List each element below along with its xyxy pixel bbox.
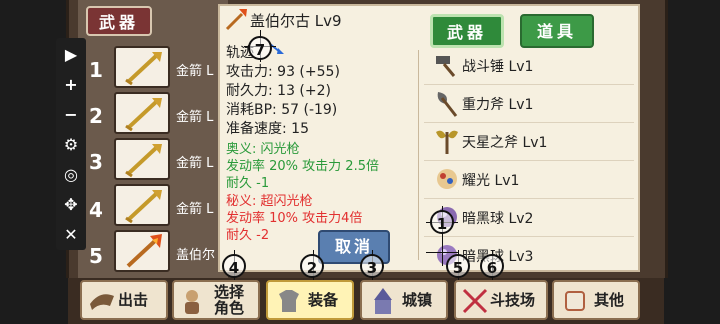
golden-arrow-icon xyxy=(125,144,162,178)
scroll-icon xyxy=(565,291,585,311)
gear-icon[interactable]: ⚙ xyxy=(56,134,86,156)
nav-equipment-button[interactable]: 装备 xyxy=(266,280,354,320)
marker-guide xyxy=(426,252,458,253)
weapon-name: 暗黑球 Lv2 xyxy=(462,211,534,227)
character-icon xyxy=(185,290,199,314)
touch-marker: 3 xyxy=(360,254,384,278)
tab-weapons[interactable]: 武器 xyxy=(430,14,504,48)
close-icon[interactable]: ✕ xyxy=(56,224,86,246)
touch-marker: 1 xyxy=(430,210,454,234)
divider xyxy=(418,50,419,260)
divider xyxy=(424,160,634,161)
nav-label: 装备 xyxy=(308,291,339,309)
castle-icon xyxy=(374,288,392,314)
nav-label: 其他 xyxy=(594,291,625,309)
divider xyxy=(424,236,634,237)
slot-number: 3 xyxy=(89,150,103,174)
crossed-swords-icon xyxy=(462,288,488,314)
list-item-war-hammer[interactable]: 战斗锤 Lv1 xyxy=(430,48,630,84)
list-item-star-axe[interactable]: 天星之斧 Lv1 xyxy=(430,124,630,160)
nav-select-character-button[interactable]: 选择 角色 xyxy=(172,280,260,320)
game-screen: 武器 1 金箭 L 2 金箭 L 3 金箭 L 4 金箭 L 5 盖伯尔 ▶ +… xyxy=(0,0,720,324)
weapon-title: 盖伯尔古 Lv9 xyxy=(250,12,342,30)
slot-number: 5 xyxy=(89,244,103,268)
list-item-gravity-axe[interactable]: 重力斧 Lv1 xyxy=(430,86,630,122)
flame-spear-icon xyxy=(225,9,247,31)
weapon-name: 耀光 Lv1 xyxy=(462,173,520,189)
slot-item-4[interactable] xyxy=(114,184,170,226)
touch-marker: 6 xyxy=(480,254,504,278)
nav-label: 城镇 xyxy=(402,291,433,309)
weapon-name: 重力斧 Lv1 xyxy=(462,97,534,113)
slot-item-1[interactable] xyxy=(114,46,170,88)
list-item-radiance[interactable]: 耀光 Lv1 xyxy=(430,162,630,198)
stat-bp-cost: 消耗BP: 57 (-19) xyxy=(226,102,338,118)
double-axe-icon xyxy=(436,130,458,154)
nav-label: 出击 xyxy=(118,291,149,309)
nav-sortie-button[interactable]: 出击 xyxy=(80,280,168,320)
stat-speed: 准备速度: 15 xyxy=(226,121,309,137)
slot-item-2[interactable] xyxy=(114,92,170,134)
plus-icon[interactable]: + xyxy=(56,74,86,96)
touch-marker: 2 xyxy=(300,254,324,278)
slot-number: 4 xyxy=(89,198,103,222)
divider xyxy=(424,122,634,123)
stat-durability: 耐久力: 13 (+2) xyxy=(226,83,331,99)
nav-arena-button[interactable]: 斗技场 xyxy=(454,280,548,320)
armor-icon xyxy=(279,290,299,312)
hammer-icon xyxy=(436,56,456,77)
golden-arrow-icon xyxy=(125,98,162,132)
touch-marker: 4 xyxy=(222,254,246,278)
slot-item-3[interactable] xyxy=(114,138,170,180)
nav-other-button[interactable]: 其他 xyxy=(552,280,640,320)
golden-arrow-icon xyxy=(125,52,162,86)
weapon-name: 天星之斧 Lv1 xyxy=(462,135,548,151)
play-icon[interactable]: ▶ xyxy=(56,44,86,66)
nav-town-button[interactable]: 城镇 xyxy=(360,280,448,320)
nav-label: 选择 角色 xyxy=(214,283,245,317)
skill-ougi-durability: 耐久 -1 xyxy=(226,176,270,191)
horn-icon xyxy=(90,294,114,310)
flame-spear-icon xyxy=(126,234,162,268)
nav-label: 斗技场 xyxy=(490,291,536,309)
touch-marker: 7 xyxy=(248,36,272,60)
stat-attack: 攻击力: 93 (+55) xyxy=(226,64,340,80)
slot-number: 1 xyxy=(89,58,103,82)
tab-items[interactable]: 道具 xyxy=(520,14,594,48)
weapon-header-tab[interactable]: 武器 xyxy=(86,6,152,36)
touch-marker: 5 xyxy=(446,254,470,278)
divider xyxy=(424,84,634,85)
list-item-dark-orb-2[interactable]: 暗黑球 Lv2 xyxy=(430,200,630,236)
minus-icon[interactable]: − xyxy=(56,104,86,126)
golden-arrow-icon xyxy=(125,190,162,224)
skill-higi-durability: 耐久 -2 xyxy=(226,228,270,243)
divider xyxy=(424,198,634,199)
slot-number: 2 xyxy=(89,104,103,128)
eye-slash-icon[interactable]: ◎ xyxy=(56,164,86,186)
axe-icon xyxy=(437,92,458,117)
move-icon[interactable]: ✥ xyxy=(56,194,86,216)
weapon-name: 战斗锤 Lv1 xyxy=(462,59,534,75)
orb-icon xyxy=(437,169,457,189)
slot-item-5[interactable] xyxy=(114,230,170,272)
